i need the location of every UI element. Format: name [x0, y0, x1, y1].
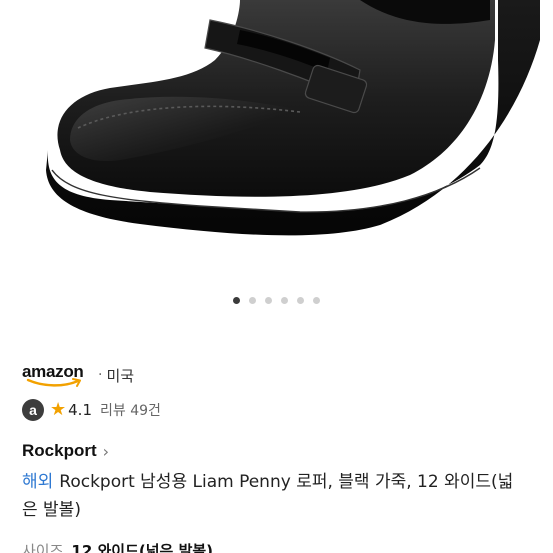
amazon-smile-icon	[26, 378, 81, 387]
store-separator: ·	[98, 367, 103, 383]
size-option-row[interactable]: 사이즈 12 와이드(넓은 발볼)	[22, 540, 213, 553]
amazon-logo: amazon	[22, 362, 92, 388]
loafer-shoe-image	[46, 0, 540, 236]
product-title: 해외 Rockport 남성용 Liam Penny 로퍼, 블랙 가죽, 12 …	[22, 468, 522, 524]
brand-link[interactable]: Rockport ›	[22, 441, 109, 461]
rating-value: 4.1	[68, 401, 92, 419]
pagination-dot-2[interactable]	[249, 297, 256, 304]
size-label: 사이즈	[22, 542, 64, 553]
pagination-dot-3[interactable]	[265, 297, 272, 304]
size-value: 12 와이드(넓은 발볼)	[71, 542, 214, 553]
store-row[interactable]: amazon · 미국	[22, 361, 134, 389]
product-image[interactable]	[0, 0, 553, 290]
store-country: 미국	[106, 366, 135, 385]
pagination-dot-6[interactable]	[313, 297, 320, 304]
pagination-dot-1[interactable]	[233, 297, 240, 304]
star-icon: ★	[50, 399, 67, 420]
product-title-text: Rockport 남성용 Liam Penny 로퍼, 블랙 가죽, 12 와이…	[22, 472, 514, 520]
review-count-link[interactable]: 리뷰 49건	[100, 400, 161, 420]
brand-name: Rockport	[22, 441, 97, 460]
pagination-dot-4[interactable]	[281, 297, 288, 304]
chevron-right-icon: ›	[102, 441, 110, 461]
amazon-badge-icon: a	[22, 399, 44, 421]
rating-row[interactable]: a ★ 4.1 리뷰 49건	[22, 398, 161, 422]
pagination-dot-5[interactable]	[297, 297, 304, 304]
gallery-pagination	[0, 297, 553, 304]
overseas-tag: 해외	[22, 472, 54, 492]
